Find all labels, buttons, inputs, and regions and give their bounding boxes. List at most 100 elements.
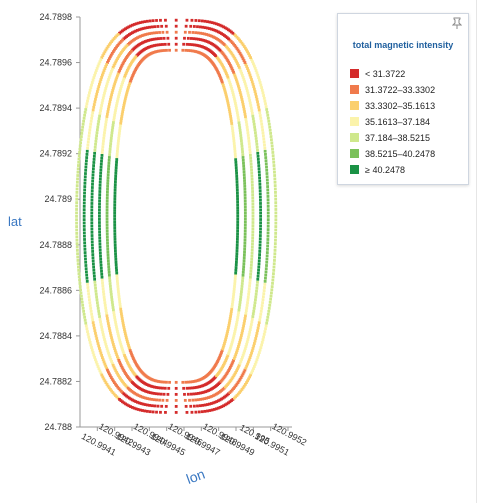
track-point bbox=[239, 134, 243, 137]
track-point bbox=[99, 165, 103, 169]
track-point bbox=[231, 134, 235, 138]
track-point bbox=[113, 229, 117, 233]
track-point bbox=[86, 332, 90, 336]
track-point bbox=[85, 156, 89, 159]
track-point bbox=[97, 344, 101, 348]
track-point bbox=[99, 266, 103, 270]
track-point bbox=[257, 170, 261, 174]
track-point bbox=[244, 117, 248, 121]
track-point bbox=[241, 156, 245, 159]
track-point bbox=[256, 277, 260, 281]
track-point bbox=[114, 174, 118, 178]
track-point bbox=[79, 291, 83, 295]
track-point bbox=[258, 195, 262, 199]
track-point bbox=[83, 195, 86, 198]
track-point bbox=[249, 263, 253, 267]
track-point bbox=[112, 118, 116, 122]
track-point bbox=[196, 404, 199, 408]
track-point bbox=[266, 231, 270, 235]
track-point bbox=[261, 131, 265, 135]
track-point bbox=[246, 295, 250, 299]
track-point bbox=[106, 107, 110, 111]
track-point bbox=[161, 30, 165, 34]
track-point bbox=[190, 410, 194, 414]
y-axis-title: lat bbox=[8, 214, 22, 229]
pin-icon[interactable] bbox=[452, 17, 462, 29]
track-point bbox=[259, 119, 263, 123]
track-point bbox=[155, 19, 158, 22]
track-point bbox=[105, 232, 109, 236]
track-point bbox=[106, 259, 110, 263]
legend-swatch bbox=[350, 117, 359, 126]
track-point bbox=[258, 176, 261, 180]
track-point bbox=[174, 392, 178, 396]
track-point bbox=[242, 256, 246, 260]
track-point bbox=[265, 175, 269, 179]
track-point bbox=[102, 335, 106, 339]
track-point bbox=[93, 145, 97, 149]
track-point bbox=[106, 170, 110, 174]
track-point bbox=[91, 179, 95, 183]
track-point bbox=[90, 234, 94, 237]
track-point bbox=[105, 226, 109, 230]
track-point bbox=[238, 300, 242, 304]
track-point bbox=[240, 282, 244, 285]
track-point bbox=[251, 211, 255, 215]
track-point bbox=[94, 292, 98, 296]
track-point bbox=[77, 157, 81, 161]
track-point bbox=[258, 318, 262, 322]
track-point bbox=[236, 316, 240, 319]
track-point bbox=[153, 25, 157, 29]
track-point bbox=[111, 126, 115, 130]
track-point bbox=[250, 168, 253, 172]
track-point bbox=[243, 317, 247, 320]
track-point bbox=[88, 131, 91, 135]
track-point bbox=[251, 114, 255, 118]
track-point bbox=[157, 392, 160, 396]
track-point bbox=[98, 233, 102, 237]
track-point bbox=[98, 236, 102, 240]
track-point bbox=[84, 267, 88, 271]
track-point bbox=[253, 339, 257, 343]
track-point bbox=[90, 221, 94, 225]
track-point bbox=[260, 88, 264, 92]
track-point bbox=[250, 248, 254, 252]
track-point bbox=[83, 247, 87, 251]
track-point bbox=[94, 334, 98, 338]
track-point bbox=[109, 293, 113, 296]
track-point bbox=[82, 218, 86, 222]
track-point bbox=[234, 271, 238, 275]
track-point bbox=[274, 214, 278, 218]
track-point bbox=[248, 145, 251, 149]
track-point bbox=[83, 315, 87, 319]
track-point bbox=[241, 273, 245, 277]
track-point bbox=[243, 208, 247, 212]
track-point bbox=[92, 268, 96, 272]
track-point bbox=[101, 284, 105, 288]
track-point bbox=[75, 214, 78, 218]
track-point bbox=[96, 125, 100, 129]
track-point bbox=[242, 253, 246, 257]
track-point bbox=[258, 234, 262, 237]
track-point bbox=[257, 108, 261, 112]
track-point bbox=[114, 255, 118, 258]
track-point bbox=[231, 300, 235, 304]
track-point bbox=[101, 148, 104, 151]
track-point bbox=[264, 276, 267, 280]
track-point bbox=[194, 410, 198, 414]
track-point bbox=[110, 300, 114, 304]
track-point bbox=[273, 252, 277, 256]
track-point bbox=[237, 118, 240, 122]
track-point bbox=[232, 142, 236, 145]
track-point bbox=[100, 269, 103, 273]
track-point bbox=[231, 302, 234, 306]
track-point bbox=[101, 96, 105, 100]
track-point bbox=[243, 205, 247, 209]
track-point bbox=[97, 309, 101, 313]
track-point bbox=[94, 289, 98, 293]
track-point bbox=[248, 328, 252, 332]
legend-label: < 31.3722 bbox=[365, 68, 406, 79]
track-point bbox=[235, 111, 239, 115]
track-point bbox=[233, 152, 237, 156]
track-point bbox=[152, 398, 156, 402]
